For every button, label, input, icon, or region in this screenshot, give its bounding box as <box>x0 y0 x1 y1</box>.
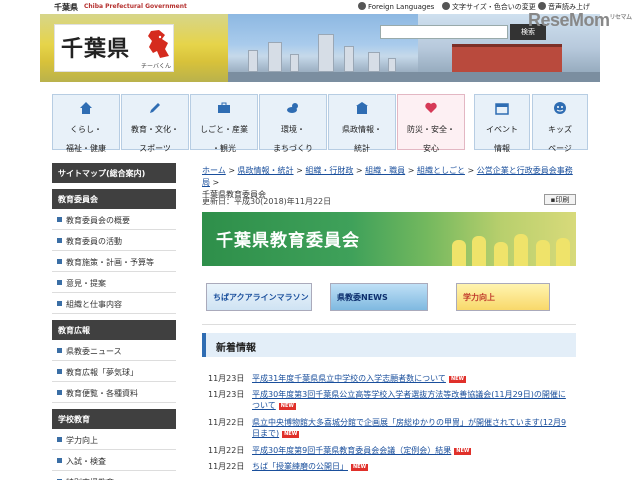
global-nav: くらし・ 福祉・健康 教育・文化・ スポーツ しごと・産業 ・観光 環境・ まち… <box>52 94 588 153</box>
banner-kenkyoi-news[interactable]: 県教委NEWS <box>330 283 428 311</box>
sidebar-item[interactable]: 教育広報「夢気球」 <box>52 361 176 382</box>
gnav-living[interactable]: くらし・ 福祉・健康 <box>52 94 120 153</box>
updated-date: 更新日：平成30(2018)年11月22日 <box>202 197 332 206</box>
sidebar-heading-school[interactable]: 学校教育 <box>52 409 176 429</box>
breadcrumb-link[interactable]: 組織・職員 <box>365 166 405 175</box>
heart-icon <box>425 102 437 113</box>
globe-icon <box>358 2 366 10</box>
mascot-label: チーバくん <box>141 63 171 70</box>
breadcrumb-link[interactable]: 組織・行財政 <box>305 166 353 175</box>
page-title: 千葉県教育委員会 <box>216 231 360 251</box>
news-link[interactable]: 平成30年度第9回千葉県教育委員会会議（定例会）結果 NEW <box>252 445 572 456</box>
news-link[interactable]: 平成31年度千葉県県立中学校の入学志願者数について NEW <box>252 373 572 384</box>
calendar-icon <box>495 103 509 115</box>
new-badge: NEW <box>448 376 467 383</box>
sidebar-item[interactable]: 組織と仕事内容 <box>52 293 176 314</box>
sidebar-item[interactable]: 意見・提案 <box>52 272 176 293</box>
smiley-icon <box>554 102 566 114</box>
building-icon <box>356 102 368 114</box>
sidebar-item[interactable]: 教育委員の活動 <box>52 230 176 251</box>
site-logo[interactable]: 千葉県 チーバくん <box>54 24 174 72</box>
new-badge: NEW <box>278 403 296 410</box>
banner-aqualine-marathon[interactable]: ちばアクアラインマラソン <box>206 283 312 311</box>
foreign-languages-link[interactable]: Foreign Languages <box>358 2 434 11</box>
sidebar-item[interactable]: 入試・検査 <box>52 450 176 471</box>
prefecture-name: 千葉県 <box>54 3 78 12</box>
sidebar-item[interactable]: 教育委員会の概要 <box>52 209 176 230</box>
sidebar-item[interactable]: 学力向上 <box>52 429 176 450</box>
gnav-safety[interactable]: 防災・安全・ 安心 <box>397 94 465 153</box>
search-input[interactable] <box>380 25 508 39</box>
sidebar-item[interactable]: 県教委ニュース <box>52 340 176 361</box>
sidebar: サイトマップ(総合案内) 教育委員会 教育委員会の概要 教育委員の活動 教育施策… <box>52 163 176 480</box>
text-size-color-link[interactable]: 文字サイズ・色合いの変更 <box>442 2 536 12</box>
hero-banner: 千葉県教育委員会 <box>202 212 576 266</box>
news-link[interactable]: 県立中央博物館大多喜城分館で企画展「房総ゆかりの甲冑」が開催されています(12月… <box>252 417 572 439</box>
sidebar-item[interactable]: 特別支援教育 <box>52 471 176 480</box>
new-badge: NEW <box>282 431 300 438</box>
resemom-watermark: ReseMomリセマム <box>528 10 632 30</box>
banner-gakuryoku-kojo[interactable]: 学力向上 <box>456 283 550 311</box>
new-badge: NEW <box>454 448 472 455</box>
gnav-education[interactable]: 教育・文化・ スポーツ <box>121 94 189 153</box>
gnav-environment[interactable]: 環境・ まちづくり <box>259 94 327 153</box>
logo-title: 千葉県 <box>61 37 131 62</box>
speaker-icon <box>538 2 546 10</box>
house-icon <box>80 102 92 114</box>
pencil-icon <box>150 103 160 113</box>
news-section: 新着情報 11月23日 平成31年度千葉県県立中学校の入学志願者数について NEW… <box>202 333 576 480</box>
sidebar-item[interactable]: 教育便覧・各種資料 <box>52 382 176 403</box>
news-heading: 新着情報 <box>202 333 576 357</box>
cloud-sun-icon <box>287 103 298 113</box>
gnav-prefecture-info[interactable]: 県政情報・ 統計 <box>328 94 396 153</box>
briefcase-icon <box>218 102 230 113</box>
gnav-work[interactable]: しごと・産業 ・観光 <box>190 94 258 153</box>
sidebar-item[interactable]: 教育施策・計画・予算等 <box>52 251 176 272</box>
gnav-events[interactable]: イベント 情報 <box>474 94 530 153</box>
sidebar-heading-board[interactable]: 教育委員会 <box>52 189 176 209</box>
breadcrumb-link[interactable]: ホーム <box>202 166 226 175</box>
page: { "header": { "pref_name": "千葉県", "pref_… <box>0 0 640 480</box>
gear-icon <box>442 2 450 10</box>
news-link[interactable]: ちば「授業練磨の公開日」 NEW <box>252 461 572 472</box>
chiba-kun-mascot-icon <box>148 30 169 58</box>
sidebar-sitemap-link[interactable]: サイトマップ(総合案内) <box>52 163 176 183</box>
print-button[interactable]: ▪印刷 <box>544 194 576 205</box>
news-link[interactable]: 平成30年度第3回千葉県公立高等学校入学者選抜方法等改善協議会(11月29日)の… <box>252 389 572 411</box>
breadcrumb-link[interactable]: 組織としごと <box>417 166 465 175</box>
prefecture-name-en: Chiba Prefectural Government <box>84 3 187 10</box>
divider <box>202 324 576 325</box>
new-badge: NEW <box>351 464 369 471</box>
sidebar-heading-pr[interactable]: 教育広報 <box>52 320 176 340</box>
breadcrumb-link[interactable]: 県政情報・統計 <box>238 166 294 175</box>
gnav-kids[interactable]: キッズ ページ <box>532 94 588 153</box>
